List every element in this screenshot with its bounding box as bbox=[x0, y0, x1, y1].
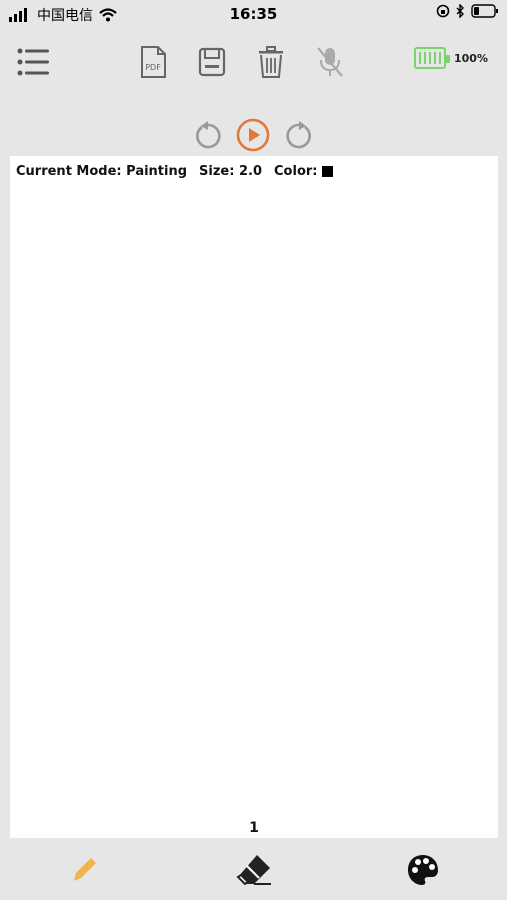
bottom-toolbar bbox=[0, 840, 507, 900]
pdf-file-icon: PDF bbox=[141, 46, 166, 78]
delete-button[interactable] bbox=[251, 42, 291, 82]
eraser-tool-button[interactable] bbox=[232, 848, 276, 892]
trash-icon bbox=[259, 46, 283, 78]
undo-icon bbox=[196, 121, 221, 149]
eraser-icon bbox=[236, 855, 271, 886]
status-right bbox=[436, 4, 499, 18]
page-number: 1 bbox=[249, 820, 259, 836]
status-bar: 中国电信 16:35 bbox=[0, 0, 507, 28]
undo-button[interactable] bbox=[191, 118, 225, 152]
palette-tool-button[interactable] bbox=[401, 848, 445, 892]
playback-controls bbox=[0, 118, 507, 154]
clock: 16:35 bbox=[229, 5, 278, 23]
brush-size-label: Size: 2.0 bbox=[199, 164, 263, 179]
palette-icon bbox=[408, 855, 438, 885]
play-icon bbox=[236, 118, 270, 152]
mode-info: Current Mode: Painting Size: 2.0 Color: bbox=[16, 164, 334, 179]
menu-button[interactable] bbox=[14, 42, 54, 82]
redo-icon bbox=[286, 121, 311, 149]
save-button[interactable] bbox=[192, 42, 232, 82]
current-mode-label: Current Mode: Painting bbox=[16, 164, 188, 179]
battery-percent: 100% bbox=[454, 51, 488, 65]
pdf-icon-label: PDF bbox=[145, 63, 161, 72]
export-pdf-button[interactable]: PDF bbox=[133, 42, 173, 82]
current-color-swatch bbox=[322, 166, 334, 177]
hamburger-menu-icon bbox=[17, 48, 49, 76]
device-battery-icon bbox=[471, 4, 498, 18]
save-icon bbox=[198, 47, 226, 77]
drawing-canvas[interactable]: Current Mode: Painting Size: 2.0 Color: … bbox=[10, 156, 498, 838]
battery-icon bbox=[414, 47, 450, 69]
bluetooth-icon bbox=[456, 4, 464, 18]
play-button[interactable] bbox=[236, 118, 270, 152]
battery-indicator: 100% bbox=[414, 47, 488, 69]
color-label: Color: bbox=[274, 164, 318, 179]
pencil-icon bbox=[74, 858, 96, 881]
redo-button[interactable] bbox=[282, 118, 316, 152]
pencil-tool-button[interactable] bbox=[63, 848, 107, 892]
mic-off-icon bbox=[317, 47, 343, 77]
microphone-button[interactable] bbox=[310, 42, 350, 82]
orientation-lock-icon bbox=[436, 4, 450, 18]
